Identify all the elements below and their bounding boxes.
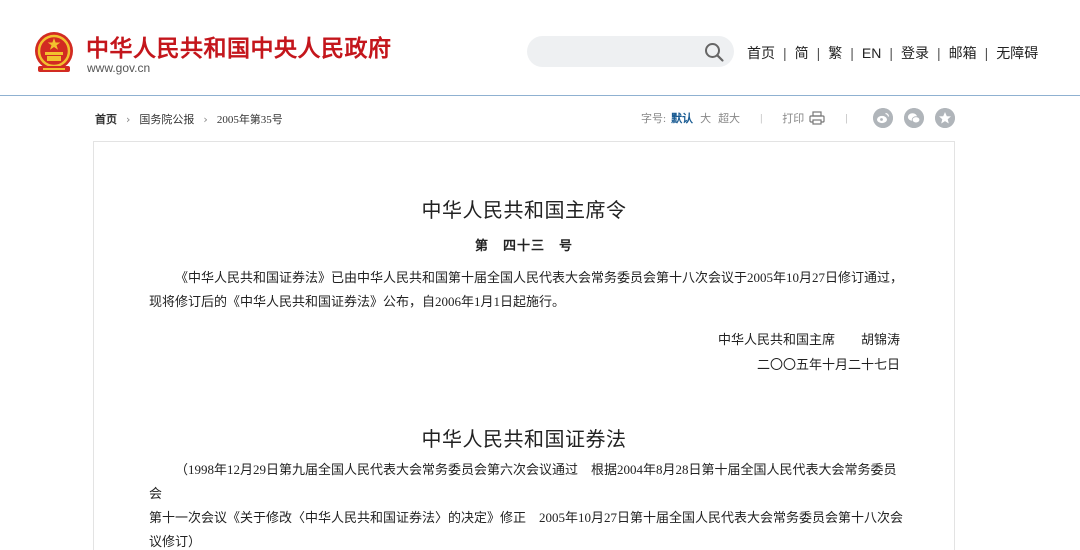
search-icon[interactable] (703, 41, 725, 63)
decree-body: 《中华人民共和国证券法》已由中华人民共和国第十届全国人民代表大会常务委员会第十八… (149, 266, 909, 314)
favorite-icon[interactable] (935, 108, 955, 128)
national-emblem-icon[interactable] (33, 31, 75, 75)
nav-traditional-link[interactable]: 繁 (828, 43, 842, 63)
nav-divider: | (984, 45, 989, 61)
decree-signer: 中华人民共和国主席 胡锦涛 (717, 332, 900, 347)
site-header: 中华人民共和国中央人民政府 www.gov.cn 首页 | 简 | 繁 | EN… (0, 0, 1080, 96)
weibo-icon[interactable] (873, 108, 893, 128)
printer-icon[interactable] (809, 111, 825, 125)
nav-home-link[interactable]: 首页 (747, 43, 775, 63)
breadcrumb-home-link[interactable]: 首页 (95, 111, 117, 127)
law-title: 中华人民共和国证券法 (421, 429, 627, 451)
decree-body-line: 现将修订后的《中华人民共和国证券法》公布，自2006年1月1日起施行。 (149, 294, 566, 309)
nav-divider: | (850, 45, 854, 61)
nav-divider: | (937, 45, 941, 61)
nav-simplified-link[interactable]: 简 (795, 43, 809, 63)
decree-number: 第 四十三 号 (474, 238, 573, 253)
law-note-line: （1998年12月29日第九届全国人民代表大会常务委员会第六次会议通过 根据20… (149, 462, 897, 501)
font-size-xlarge-button[interactable]: 超大 (718, 110, 740, 126)
nav-divider: | (816, 45, 821, 61)
site-title[interactable]: 中华人民共和国中央人民政府 (86, 29, 392, 63)
breadcrumb-issue-link[interactable]: 2005年第35号 (217, 111, 283, 127)
article-toolbar: 字号: 默认 大 超大 | 打印 | (641, 110, 867, 126)
print-button[interactable]: 打印 (782, 110, 804, 126)
decree-date: 二〇〇五年十月二十七日 (756, 357, 900, 372)
nav-english-link[interactable]: EN (862, 45, 881, 61)
nav-accessibility-link[interactable]: 无障碍 (996, 43, 1038, 63)
decree-title: 中华人民共和国主席令 (421, 200, 627, 222)
nav-mail-link[interactable]: 邮箱 (949, 43, 977, 63)
site-url[interactable]: www.gov.cn (87, 61, 150, 75)
law-note-line: 议修订） (149, 534, 202, 549)
nav-login-link[interactable]: 登录 (901, 43, 929, 63)
article-panel: 中华人民共和国主席令 第 四十三 号 《中华人民共和国证券法》已由中华人民共和国… (93, 141, 955, 550)
toolbar-divider: | (760, 112, 763, 124)
breadcrumb: 首页 › 国务院公报 › 2005年第35号 (95, 111, 283, 127)
font-size-large-button[interactable]: 大 (700, 110, 711, 126)
chevron-right-icon: › (126, 112, 131, 126)
decree-body-line: 《中华人民共和国证券法》已由中华人民共和国第十届全国人民代表大会常务委员会第十八… (175, 270, 904, 285)
nav-divider: | (783, 45, 787, 61)
wechat-icon[interactable] (904, 108, 924, 128)
law-note: （1998年12月29日第九届全国人民代表大会常务委员会第六次会议通过 根据20… (149, 458, 909, 550)
breadcrumb-gazette-link[interactable]: 国务院公报 (139, 111, 194, 127)
chevron-right-icon: › (203, 112, 208, 126)
font-size-label: 字号: (641, 113, 667, 125)
nav-divider: | (889, 45, 894, 61)
toolbar-divider: | (845, 112, 848, 124)
top-nav: 首页 | 简 | 繁 | EN | 登录 | 邮箱 | 无障碍 (747, 43, 1038, 63)
font-size-default-button[interactable]: 默认 (671, 110, 693, 126)
law-note-line: 第十一次会议《关于修改〈中华人民共和国证券法〉的决定》修正 2005年10月27… (149, 510, 904, 525)
